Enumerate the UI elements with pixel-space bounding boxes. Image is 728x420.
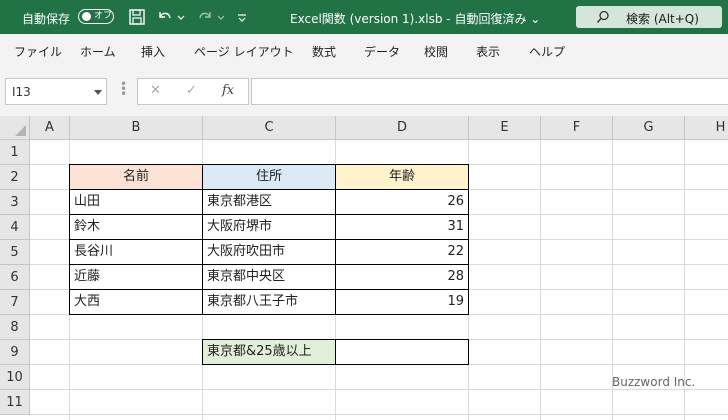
criteria-label-cell[interactable]: 東京都&25歳以上 — [202, 339, 336, 365]
tab-home[interactable]: ホーム — [80, 43, 116, 60]
tab-file[interactable]: ファイル — [14, 43, 62, 60]
formula-bar-area: I13 • • • ✕ ✓ fx — [0, 66, 728, 116]
select-all-button[interactable] — [0, 116, 30, 140]
row-header-7[interactable]: 7 — [0, 290, 30, 315]
customize-qat-icon[interactable] — [236, 8, 248, 26]
row-header-6[interactable]: 6 — [0, 265, 30, 290]
table-header-age[interactable]: 年齢 — [335, 164, 469, 190]
tab-review[interactable]: 校閲 — [424, 43, 448, 60]
tab-insert[interactable]: 挿入 — [141, 43, 165, 60]
cell-name[interactable]: 長谷川 — [69, 239, 203, 265]
cell-age[interactable]: 22 — [335, 239, 469, 265]
criteria-result-cell[interactable] — [335, 339, 469, 365]
toggle-knob — [82, 12, 91, 21]
autosave-label: 自動保存 — [22, 12, 71, 26]
redo-icon[interactable] — [196, 8, 214, 26]
tab-help[interactable]: ヘルプ — [529, 43, 565, 60]
row-header-1[interactable]: 1 — [0, 140, 30, 165]
row-header-5[interactable]: 5 — [0, 240, 30, 265]
row-header-10[interactable]: 10 — [0, 365, 30, 390]
cell-name[interactable]: 大西 — [69, 289, 203, 315]
undo-icon[interactable] — [156, 8, 174, 26]
column-header-c[interactable]: C — [203, 116, 336, 140]
tab-page-layout[interactable]: ページ レイアウト — [194, 43, 294, 60]
cell-age[interactable]: 28 — [335, 264, 469, 290]
row-header-3[interactable]: 3 — [0, 190, 30, 215]
autosave-state: オフ — [94, 11, 113, 21]
name-box-value: I13 — [12, 85, 31, 99]
cell-age[interactable]: 26 — [335, 189, 469, 215]
formula-buttons: ✕ ✓ fx — [137, 78, 249, 105]
row-header-8[interactable]: 8 — [0, 315, 30, 340]
table-header-address[interactable]: 住所 — [202, 164, 336, 190]
ribbon-tabs: ファイル ホーム 挿入 ページ レイアウト 数式 データ 校閲 表示 ヘルプ — [0, 34, 728, 66]
select-all-triangle-icon — [15, 125, 26, 136]
gridline — [540, 140, 541, 420]
title-bar: 自動保存 オフ Excel関数 (version 1).xlsb - 自動回復済… — [0, 0, 728, 34]
name-box-dropdown-icon[interactable] — [94, 90, 102, 95]
watermark: Buzzword Inc. — [612, 375, 696, 389]
column-header-d[interactable]: D — [336, 116, 469, 140]
cell-name[interactable]: 近藤 — [69, 264, 203, 290]
cell-address[interactable]: 東京都中央区 — [202, 264, 336, 290]
search-placeholder: 検索 (Alt+Q) — [626, 12, 699, 26]
row-header-4[interactable]: 4 — [0, 215, 30, 240]
cancel-icon[interactable]: ✕ — [150, 83, 161, 98]
redo-dropdown-icon[interactable] — [216, 8, 226, 26]
cell-address[interactable]: 大阪府堺市 — [202, 214, 336, 240]
table-header-name[interactable]: 名前 — [69, 164, 203, 190]
tab-formulas[interactable]: 数式 — [312, 43, 336, 60]
cell-age[interactable]: 19 — [335, 289, 469, 315]
formula-input[interactable] — [251, 78, 728, 105]
column-header-e[interactable]: E — [469, 116, 541, 140]
row-header-9[interactable]: 9 — [0, 340, 30, 365]
column-header-h[interactable]: H — [685, 116, 728, 140]
cell-address[interactable]: 東京都八王子市 — [202, 289, 336, 315]
save-icon[interactable] — [128, 8, 146, 26]
gridline — [30, 414, 728, 415]
cell-address[interactable]: 東京都港区 — [202, 189, 336, 215]
cell-name[interactable]: 山田 — [69, 189, 203, 215]
column-header-g[interactable]: G — [613, 116, 685, 140]
undo-dropdown-icon[interactable] — [176, 8, 186, 26]
gridline — [30, 389, 728, 390]
cell-age[interactable]: 31 — [335, 214, 469, 240]
row-header-11[interactable]: 11 — [0, 390, 30, 415]
column-header-f[interactable]: F — [541, 116, 613, 140]
search-box[interactable]: 検索 (Alt+Q) — [576, 6, 722, 28]
search-icon — [596, 10, 609, 23]
column-header-b[interactable]: B — [70, 116, 203, 140]
tab-data[interactable]: データ — [364, 43, 400, 60]
cell-address[interactable]: 大阪府吹田市 — [202, 239, 336, 265]
row-header-2[interactable]: 2 — [0, 165, 30, 190]
column-header-a[interactable]: A — [30, 116, 70, 140]
enter-icon[interactable]: ✓ — [186, 83, 197, 98]
document-title[interactable]: Excel関数 (version 1).xlsb - 自動回復済み ⌄ — [290, 10, 540, 27]
name-box[interactable]: I13 — [5, 78, 107, 105]
tab-view[interactable]: 表示 — [476, 43, 500, 60]
more-options-icon[interactable]: • • • — [120, 78, 127, 100]
autosave-toggle[interactable]: オフ — [78, 9, 114, 24]
insert-function-icon[interactable]: fx — [222, 83, 234, 98]
cell-name[interactable]: 鈴木 — [69, 214, 203, 240]
